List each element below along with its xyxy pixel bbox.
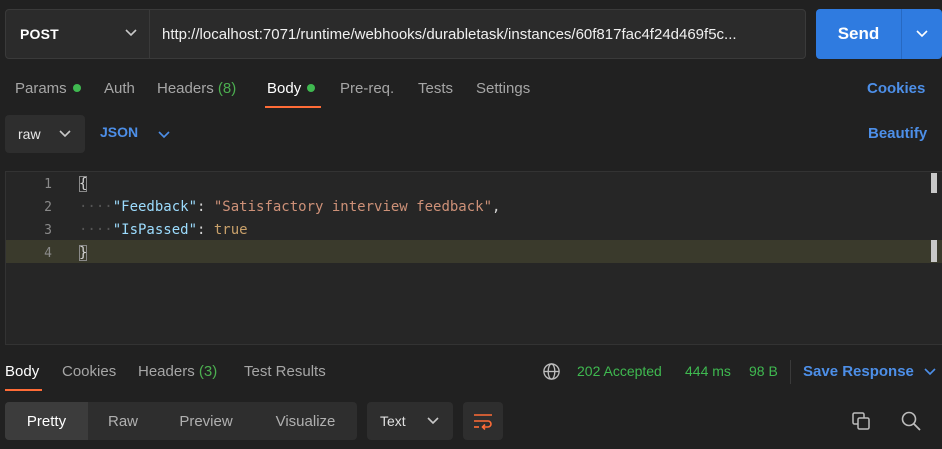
send-label[interactable]: Send: [816, 9, 902, 59]
editor-line: 2 ····"Feedback": "Satisfactory intervie…: [6, 196, 942, 219]
editor-scroll-marker: [931, 240, 937, 262]
active-response-tab-underline: [5, 389, 42, 391]
format-preview[interactable]: Preview: [158, 402, 254, 440]
tab-headers[interactable]: Headers (8): [157, 80, 236, 97]
wrap-lines-button[interactable]: [463, 402, 503, 440]
params-indicator-dot: [72, 84, 81, 92]
response-headers-count: (3): [198, 363, 218, 380]
chevron-down-icon: [924, 368, 936, 376]
chevron-down-icon: [427, 417, 439, 425]
editor-scrollbar[interactable]: [931, 173, 937, 193]
save-response-button[interactable]: Save Response: [803, 363, 936, 380]
response-tab-test-results[interactable]: Test Results: [244, 363, 326, 380]
send-options-button[interactable]: [902, 9, 942, 59]
body-indicator-dot: [307, 84, 316, 92]
url-input[interactable]: http://localhost:7071/runtime/webhooks/d…: [150, 10, 805, 58]
cookies-link[interactable]: Cookies: [867, 80, 925, 97]
code-text: ····"Feedback": "Satisfactory interview …: [79, 199, 501, 215]
response-tabs: Body Cookies Headers (3) Test Results 20…: [0, 354, 942, 391]
chevron-down-icon: [916, 30, 928, 38]
globe-icon[interactable]: [542, 362, 561, 381]
response-time[interactable]: 444 ms: [685, 363, 731, 379]
body-mode-label: raw: [18, 126, 41, 142]
send-button[interactable]: Send: [816, 9, 942, 59]
chevron-down-icon: [158, 131, 170, 139]
editor-line: 1 {: [6, 173, 942, 196]
beautify-button[interactable]: Beautify: [868, 125, 927, 142]
body-language-label: JSON: [100, 124, 139, 140]
chevron-down-icon: [59, 130, 71, 138]
tab-tests[interactable]: Tests: [418, 80, 453, 97]
format-pretty[interactable]: Pretty: [5, 402, 88, 440]
line-number: 3: [44, 223, 52, 238]
search-icon[interactable]: [900, 410, 922, 432]
divider: [790, 360, 791, 384]
body-editor[interactable]: 1 { 2 ····"Feedback": "Satisfactory inte…: [5, 171, 942, 345]
response-tab-body[interactable]: Body: [5, 363, 39, 380]
line-number: 1: [44, 177, 52, 192]
line-number: 4: [44, 246, 52, 261]
url-text: http://localhost:7071/runtime/webhooks/d…: [162, 25, 737, 43]
active-tab-underline: [265, 106, 321, 108]
response-tab-cookies[interactable]: Cookies: [62, 363, 116, 380]
format-visualize[interactable]: Visualize: [254, 402, 357, 440]
code-text: }: [79, 245, 88, 261]
code-text: ····"IsPassed": true: [79, 222, 248, 238]
editor-line-current: 4 }: [6, 240, 942, 263]
copy-icon[interactable]: [850, 410, 872, 432]
method-label: POST: [20, 26, 59, 42]
tab-pre-request[interactable]: Pre-req.: [340, 80, 394, 97]
response-format-tabs: Pretty Raw Preview Visualize: [5, 402, 357, 440]
response-tab-headers[interactable]: Headers (3): [138, 363, 217, 380]
request-url-bar: POST http://localhost:7071/runtime/webho…: [5, 9, 806, 59]
body-language-select[interactable]: JSON: [100, 124, 170, 140]
request-tabs: Params Auth Headers (8) Body Pre-req. Te…: [0, 72, 942, 108]
response-size[interactable]: 98 B: [749, 363, 778, 379]
format-raw[interactable]: Raw: [88, 402, 158, 440]
tab-body[interactable]: Body: [267, 80, 316, 97]
status-code[interactable]: 202 Accepted: [577, 363, 662, 379]
line-number: 2: [44, 200, 52, 215]
tab-params[interactable]: Params: [15, 80, 81, 97]
wrap-lines-icon: [474, 414, 492, 430]
body-mode-select[interactable]: raw: [5, 115, 85, 153]
response-language-label: Text: [380, 413, 406, 429]
tab-settings[interactable]: Settings: [476, 80, 530, 97]
headers-count: (8): [217, 80, 237, 97]
chevron-down-icon: [125, 29, 137, 37]
method-select[interactable]: POST: [6, 10, 150, 58]
code-text: {: [79, 176, 88, 192]
editor-line: 3 ····"IsPassed": true: [6, 219, 942, 242]
response-language-select[interactable]: Text: [367, 402, 453, 440]
tab-auth[interactable]: Auth: [104, 80, 135, 97]
